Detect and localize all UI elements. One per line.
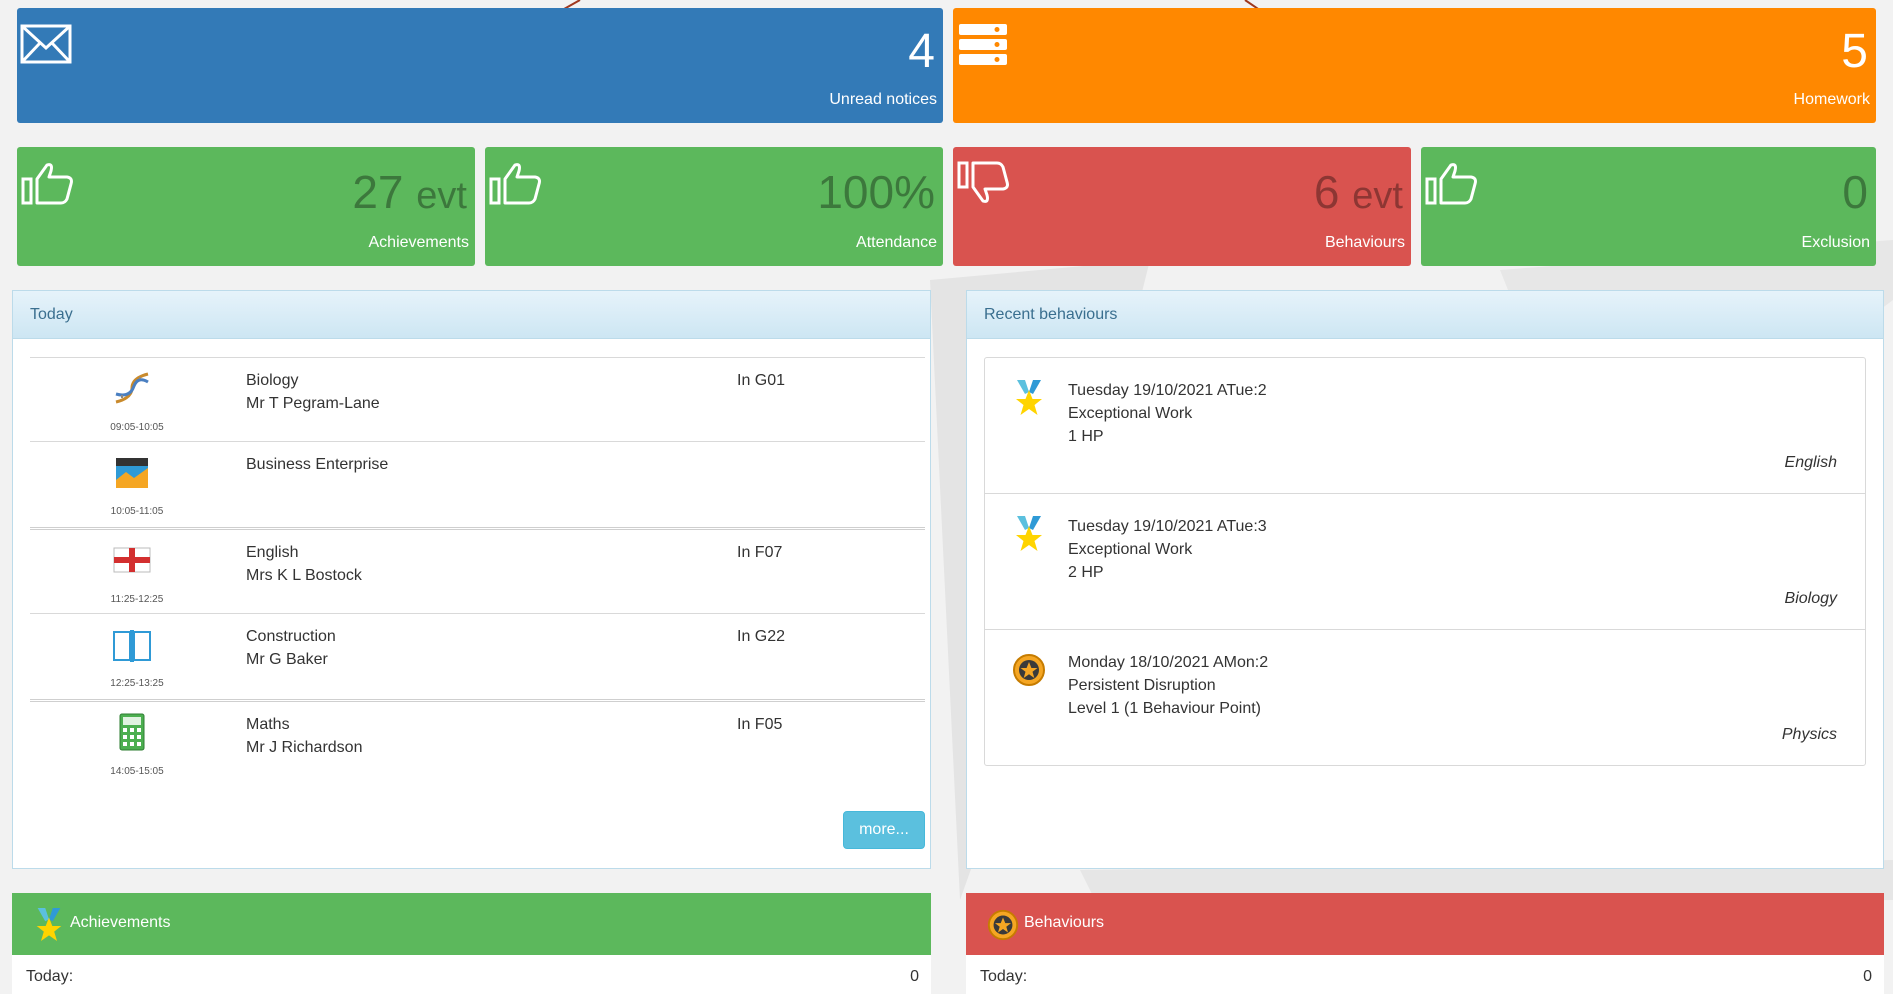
lesson-time: 09:05-10:05 (110, 422, 164, 433)
attendance-value: 100% (817, 166, 935, 218)
more-button[interactable]: more... (843, 811, 925, 849)
behaviour-type: Persistent Disruption (1068, 677, 1216, 694)
behaviours-panel-header[interactable]: Behaviours (966, 893, 1884, 955)
behaviour-date: Tuesday 19/10/2021 ATue:2 (1068, 382, 1267, 399)
behaviour-points: 1 HP (1068, 428, 1104, 445)
calculator-icon (119, 713, 145, 751)
achievements-unit: evt (416, 175, 467, 217)
lesson-room: In F07 (737, 544, 783, 561)
achievements-panel: Achievements Today: 0 (12, 893, 931, 994)
behaviours-unit: evt (1352, 175, 1403, 217)
thumbs-up-icon (21, 161, 75, 210)
homework-count: 5 (1841, 25, 1868, 78)
unread-notices-label: Unread notices (829, 91, 937, 108)
thumbs-up-icon (1425, 161, 1479, 210)
achievements-today-row: Today: 0 (12, 955, 931, 994)
behaviour-type: Exceptional Work (1068, 405, 1193, 422)
exclusion-tile[interactable]: 0 Exclusion (1421, 147, 1876, 266)
homework-label: Homework (1793, 91, 1870, 108)
envelope-icon (20, 24, 72, 69)
behaviours-today-label: Today: (980, 968, 1028, 985)
lesson-row[interactable]: 12:25-13:25 Construction Mr G Baker In G… (30, 613, 925, 697)
behaviour-item[interactable]: Tuesday 19/10/2021 ATue:3 Exceptional Wo… (985, 494, 1865, 630)
behaviour-subject: Biology (1784, 590, 1837, 607)
list-icon (957, 22, 1009, 73)
lesson-subject: Biology (246, 372, 299, 389)
behaviours-value: 6 (1313, 166, 1340, 218)
lesson-time: 11:25-12:25 (110, 594, 164, 605)
today-title: Today (13, 291, 930, 339)
unread-notices-count: 4 (908, 25, 935, 78)
behaviours-count: 6 evt (1314, 169, 1403, 215)
medal-icon (36, 908, 62, 942)
lesson-room: In G01 (737, 372, 786, 389)
medal-icon (1016, 516, 1042, 551)
thumbs-down-icon (957, 161, 1011, 212)
lesson-room: In G22 (737, 628, 786, 645)
recent-behaviours-title: Recent behaviours (967, 291, 1883, 339)
achievements-today-value: 0 (910, 968, 919, 985)
book-icon (113, 630, 151, 662)
behaviour-type: Exceptional Work (1068, 541, 1193, 558)
lesson-row[interactable]: 11:25-12:25 English Mrs K L Bostock In F… (30, 527, 925, 613)
lesson-row[interactable]: 14:05-15:05 Maths Mr J Richardson In F05 (30, 699, 925, 785)
badge-icon (987, 909, 1019, 941)
exclusion-label: Exclusion (1801, 234, 1870, 251)
recent-behaviours-list: Tuesday 19/10/2021 ATue:2 Exceptional Wo… (984, 357, 1866, 766)
achievements-value: 27 (352, 166, 404, 218)
dna-icon (115, 372, 149, 404)
lesson-time: 14:05-15:05 (110, 766, 164, 777)
today-panel: Today 09:05-10:05 Biology Mr T Pegram-La… (12, 290, 931, 869)
achievements-panel-header[interactable]: Achievements (12, 893, 931, 955)
behaviour-item[interactable]: Monday 18/10/2021 AMon:2 Persistent Disr… (985, 630, 1865, 766)
lesson-teacher: Mr G Baker (246, 651, 328, 668)
behaviours-panel: Behaviours Today: 0 (966, 893, 1884, 994)
behaviour-item[interactable]: Tuesday 19/10/2021 ATue:2 Exceptional Wo… (985, 358, 1865, 494)
medal-icon (1016, 380, 1042, 415)
lesson-subject: Business Enterprise (246, 456, 389, 473)
achievements-label: Achievements (368, 234, 470, 251)
lesson-time: 10:05-11:05 (110, 506, 164, 517)
lesson-row[interactable]: 10:05-11:05 Business Enterprise (30, 441, 925, 525)
attendance-label: Attendance (856, 234, 937, 251)
behaviours-today-value: 0 (1863, 968, 1872, 985)
lesson-subject: Maths (246, 716, 290, 733)
homework-tile[interactable]: 5 Homework (953, 8, 1876, 123)
lesson-time: 12:25-13:25 (110, 678, 164, 689)
behaviours-panel-title: Behaviours (1024, 914, 1105, 931)
achievements-panel-title: Achievements (70, 914, 171, 931)
behaviour-subject: Physics (1781, 726, 1837, 743)
behaviour-subject: English (1784, 454, 1837, 471)
business-icon (116, 458, 148, 488)
behaviour-date: Monday 18/10/2021 AMon:2 (1068, 654, 1269, 671)
behaviour-date: Tuesday 19/10/2021 ATue:3 (1068, 518, 1267, 535)
lesson-room: In F05 (737, 716, 783, 733)
behaviour-points: Level 1 (1 Behaviour Point) (1068, 700, 1261, 717)
badge-icon (1013, 654, 1045, 686)
lesson-teacher: Mr T Pegram-Lane (246, 395, 380, 412)
attendance-tile[interactable]: 100% Attendance (485, 147, 943, 266)
lesson-teacher: Mrs K L Bostock (246, 567, 362, 584)
thumbs-up-icon (489, 161, 543, 210)
behaviours-tile[interactable]: 6 evt Behaviours (953, 147, 1411, 266)
achievements-tile[interactable]: 27 evt Achievements (17, 147, 475, 266)
achievements-today-label: Today: (26, 968, 74, 985)
behaviours-today-row: Today: 0 (966, 955, 1884, 994)
unread-notices-tile[interactable]: 4 Unread notices (17, 8, 943, 123)
achievements-count: 27 evt (352, 169, 467, 215)
lesson-subject: English (246, 544, 299, 561)
lesson-subject: Construction (246, 628, 336, 645)
lesson-row[interactable]: 09:05-10:05 Biology Mr T Pegram-Lane In … (30, 357, 925, 441)
behaviours-label: Behaviours (1324, 234, 1405, 251)
exclusion-value: 0 (1842, 166, 1868, 218)
lesson-teacher: Mr J Richardson (246, 739, 363, 756)
england-flag-icon (113, 547, 151, 573)
recent-behaviours-panel: Recent behaviours Tuesday 19/10/2021 ATu… (966, 290, 1884, 869)
behaviour-points: 2 HP (1068, 564, 1104, 581)
